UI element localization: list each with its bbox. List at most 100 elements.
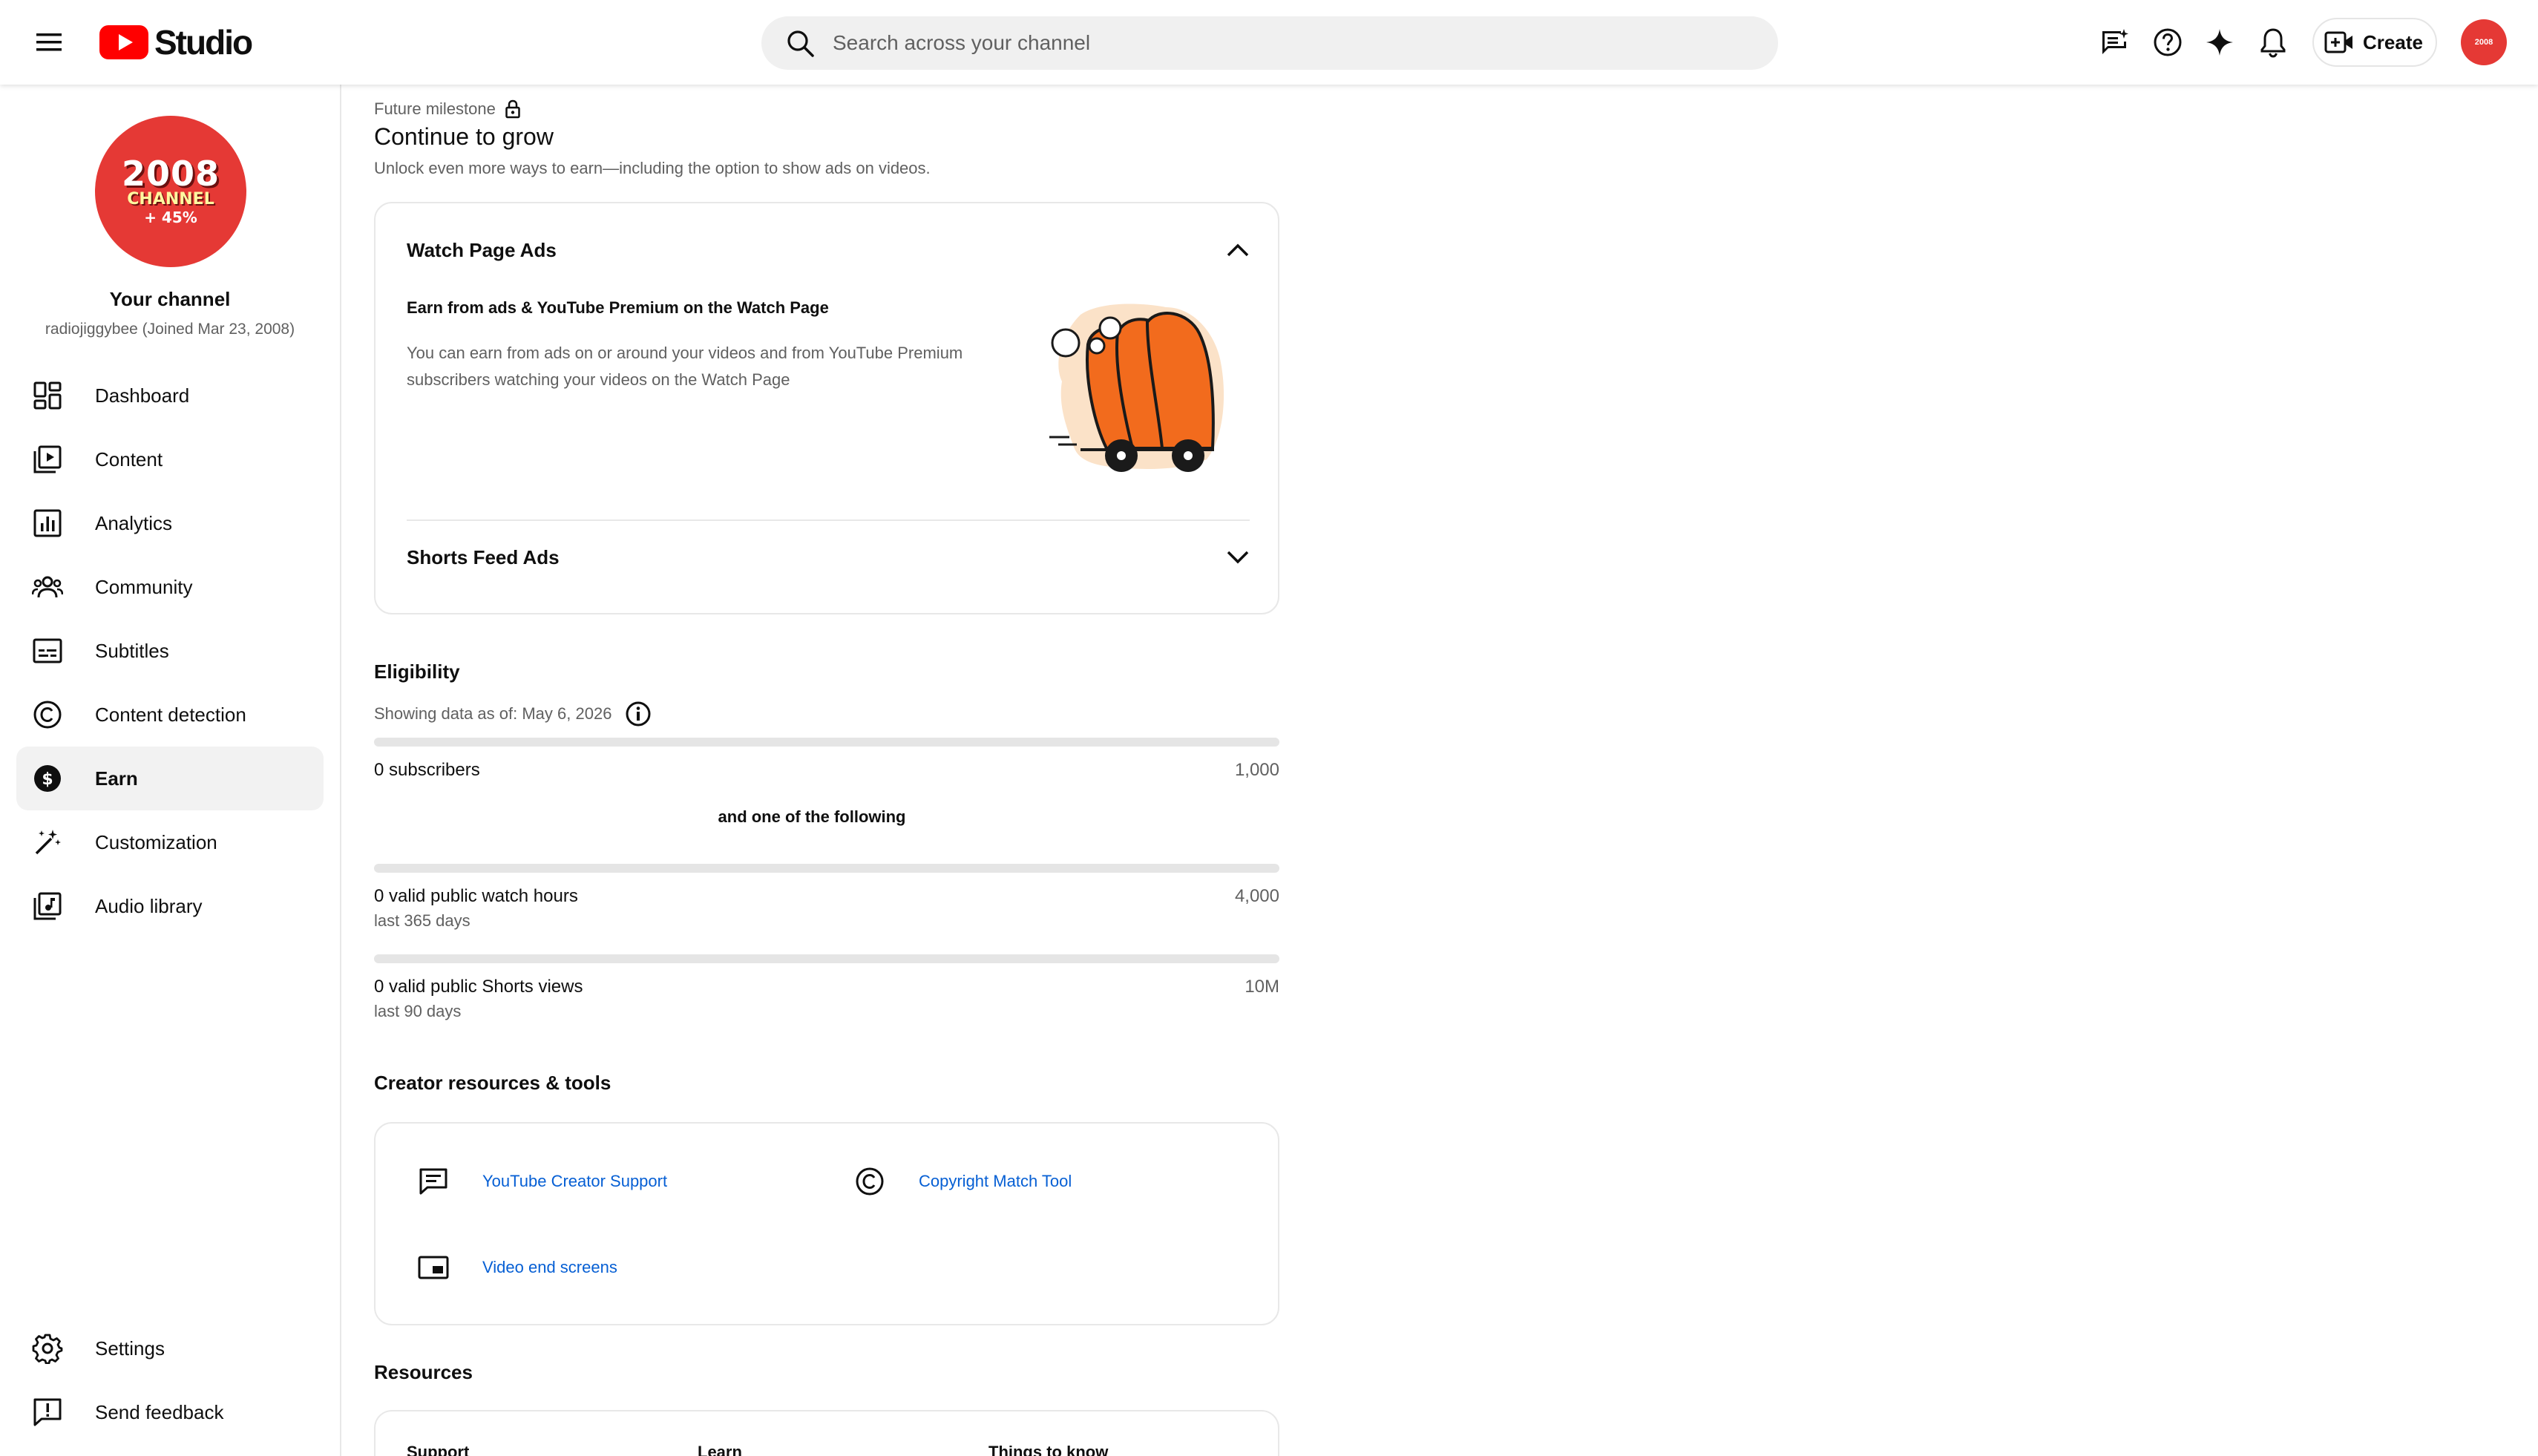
watch-hours-target: 4,000 [1234, 886, 1279, 906]
help-icon[interactable] [2151, 25, 2185, 59]
sidebar-item-label: Dashboard [95, 384, 190, 407]
sidebar-item-content[interactable]: Content [16, 427, 324, 491]
shorts-feed-ads-header[interactable]: Shorts Feed Ads [407, 519, 1250, 594]
sidebar-item-send-feedback[interactable]: Send feedback [16, 1380, 324, 1444]
dashboard-icon [31, 379, 64, 412]
channel-subtitle: radiojiggybee (Joined Mar 23, 2008) [45, 321, 295, 338]
creator-support-label: YouTube Creator Support [482, 1172, 668, 1190]
account-avatar[interactable]: 2008 [2461, 19, 2507, 65]
subtitles-icon [31, 634, 64, 667]
milestone-title: Continue to grow [374, 123, 554, 150]
feedback-icon [31, 1396, 64, 1429]
watch-hours-progress-bar [374, 864, 1279, 873]
content-icon [31, 443, 64, 476]
search-icon [784, 27, 816, 59]
copyright-match-label: Copyright Match Tool [919, 1172, 1072, 1190]
search-input[interactable] [833, 31, 1723, 55]
watch-page-ads-body-text: You can earn from ads on or around your … [407, 344, 963, 389]
sidebar-bottom-nav: Settings Send feedback [16, 1316, 324, 1444]
end-screen-icon [417, 1251, 450, 1284]
shorts-views-count: 0 valid public Shorts views [374, 977, 583, 997]
sidebar-item-analytics[interactable]: Analytics [16, 491, 324, 555]
eligibility-date: Showing data as of: May 6, 2026 [374, 701, 652, 727]
creator-support-link[interactable]: YouTube Creator Support [417, 1165, 667, 1198]
gear-icon [31, 1332, 64, 1365]
sidebar-item-content-detection[interactable]: Content detection [16, 683, 324, 747]
create-label: Create [2363, 30, 2423, 53]
chat-support-icon [417, 1165, 450, 1198]
resources-col-things-to-know[interactable]: Things to know [988, 1443, 1108, 1456]
feedback-chat-icon[interactable] [2097, 25, 2131, 59]
copyright-icon [31, 698, 64, 731]
resources-col-support[interactable]: Support [407, 1443, 469, 1456]
copyright-match-link[interactable]: Copyright Match Tool [853, 1165, 1072, 1198]
menu-icon[interactable] [33, 26, 65, 59]
tools-title: Creator resources & tools [374, 1072, 611, 1094]
chevron-up-icon[interactable] [1226, 243, 1250, 258]
watch-page-ads-body-title: Earn from ads & YouTube Premium on the W… [407, 298, 829, 317]
notifications-bell-icon[interactable] [2256, 25, 2290, 59]
sidebar-item-customization[interactable]: Customization [16, 810, 324, 874]
video-add-icon [2324, 31, 2352, 53]
watch-page-ads-header[interactable]: Watch Page Ads [407, 224, 1250, 276]
sidebar-item-label: Content [95, 447, 163, 470]
ads-accordion-card: Watch Page Ads Earn from ads & YouTube P… [374, 202, 1279, 614]
eligibility-title: Eligibility [374, 660, 460, 683]
video-end-screens-link[interactable]: Video end screens [417, 1251, 617, 1284]
channel-avatar[interactable]: 2008 CHANNEL + 45% [95, 116, 246, 267]
ads-cart-illustration [1049, 304, 1224, 472]
shorts-feed-ads-title: Shorts Feed Ads [407, 545, 560, 568]
shorts-views-target: 10M [1245, 977, 1279, 997]
tools-card: YouTube Creator Support Copyright Match … [374, 1122, 1279, 1325]
sidebar-item-label: Content detection [95, 703, 246, 726]
shorts-views-period: last 90 days [374, 1002, 462, 1020]
eligibility-date-text: Showing data as of: May 6, 2026 [374, 704, 612, 723]
create-button[interactable]: Create [2312, 18, 2437, 67]
resources-col-learn[interactable]: Learn [698, 1443, 742, 1456]
avatar-small-year: 2008 [2474, 37, 2493, 47]
watch-hours-count: 0 valid public watch hours [374, 886, 578, 906]
and-one-of-following: and one of the following [718, 807, 906, 826]
avatar-channel-text: CHANNEL [127, 189, 214, 209]
youtube-logo-icon [99, 25, 148, 59]
milestone-label: Future milestone [374, 99, 521, 119]
top-app-bar: Studio Create 2008 [0, 0, 2538, 85]
sidebar-item-label: Analytics [95, 511, 173, 534]
sidebar-nav: Dashboard Content Analytics Community Su… [16, 364, 324, 938]
video-end-screens-label: Video end screens [482, 1258, 617, 1276]
sidebar-item-earn[interactable]: $ Earn [16, 747, 324, 810]
sidebar-item-label: Community [95, 575, 193, 598]
sidebar-item-subtitles[interactable]: Subtitles [16, 619, 324, 683]
shorts-views-progress-bar [374, 954, 1279, 963]
magic-wand-icon [31, 826, 64, 859]
watch-hours-period: last 365 days [374, 911, 470, 930]
community-icon [31, 571, 64, 603]
sidebar-item-label: Send feedback [95, 1400, 224, 1423]
sidebar: 2008 CHANNEL + 45% Your channel radiojig… [0, 85, 341, 1456]
sidebar-item-dashboard[interactable]: Dashboard [16, 364, 324, 427]
sidebar-item-label: Customization [95, 830, 217, 853]
sidebar-item-label: Audio library [95, 894, 203, 917]
info-icon[interactable] [625, 701, 652, 727]
sidebar-item-audio-library[interactable]: Audio library [16, 874, 324, 938]
watch-page-ads-title: Watch Page Ads [407, 238, 557, 261]
logo-text: Studio [154, 23, 253, 62]
chevron-down-icon[interactable] [1226, 550, 1250, 565]
sidebar-item-settings[interactable]: Settings [16, 1316, 324, 1380]
avatar-year: 2008 [121, 153, 220, 194]
subscribers-target: 1,000 [1234, 760, 1279, 780]
lock-icon [505, 99, 520, 119]
svg-text:$: $ [42, 770, 53, 789]
sparkle-icon[interactable] [2203, 25, 2237, 59]
resources-title: Resources [374, 1361, 473, 1383]
sidebar-item-label: Subtitles [95, 639, 169, 662]
studio-logo[interactable]: Studio [99, 22, 253, 62]
sidebar-item-community[interactable]: Community [16, 555, 324, 619]
milestone-label-text: Future milestone [374, 99, 496, 118]
milestone-description: Unlock even more ways to earn—including … [374, 159, 931, 177]
sidebar-item-label: Settings [95, 1337, 165, 1360]
subscribers-count: 0 subscribers [374, 760, 480, 780]
analytics-icon [31, 507, 64, 540]
search-bar[interactable] [761, 16, 1778, 70]
resources-card: Support Learn Things to know [374, 1410, 1279, 1456]
